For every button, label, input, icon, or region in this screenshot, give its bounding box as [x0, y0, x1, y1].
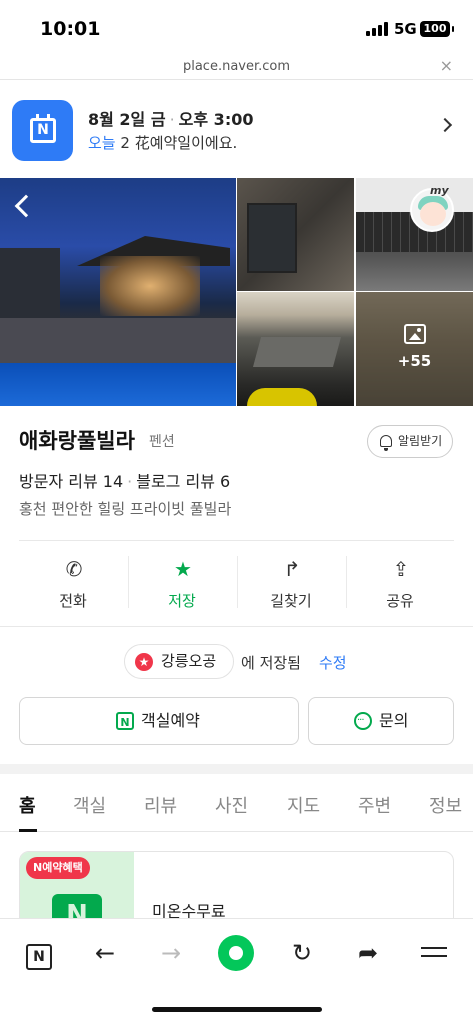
naver-logo-icon: N [26, 944, 52, 970]
tab-photos[interactable]: 사진 [215, 792, 248, 818]
url-text[interactable]: place.naver.com [0, 59, 473, 74]
menu-icon[interactable] [416, 935, 452, 971]
directions-button[interactable]: ↱ 길찾기 [237, 548, 345, 618]
status-time: 10:01 [40, 18, 101, 40]
saved-status: 에 저장됨 [241, 654, 301, 672]
naver-calendar-icon: N [116, 712, 134, 730]
reservation-time: 오후 3:00 [178, 110, 254, 129]
divider [0, 626, 473, 627]
promo-badge: N예약혜택 [26, 857, 90, 879]
directions-icon: ↱ [283, 557, 301, 581]
chat-icon [354, 698, 372, 744]
more-photo-count: +55 [397, 352, 432, 370]
reload-icon[interactable]: ↻ [284, 935, 320, 971]
avatar-label: my [430, 184, 449, 197]
naver-calendar-icon: N [12, 100, 73, 161]
tab-bar: 홈 객실 리뷰 사진 지도 주변 정보 [0, 774, 473, 832]
tab-reviews[interactable]: 리뷰 [144, 792, 177, 818]
place-category: 펜션 [149, 434, 175, 450]
call-button[interactable]: ✆ 전화 [19, 548, 127, 618]
reservation-date: 8월 2일 금 [88, 110, 166, 129]
tab-nearby[interactable]: 주변 [358, 792, 391, 818]
inquiry-button[interactable]: 문의 [308, 697, 454, 745]
alarm-label: 알림받기 [398, 434, 443, 448]
visitor-review-link[interactable]: 방문자 리뷰 14 [19, 472, 123, 491]
star-icon: ★ [135, 653, 153, 671]
share-button[interactable]: ⇪ 공유 [346, 548, 454, 618]
network-label: 5G [394, 20, 417, 38]
photo-bathroom[interactable] [237, 178, 354, 291]
naver-home-button[interactable]: N [21, 935, 57, 971]
image-icon [404, 324, 426, 344]
star-icon: ★ [174, 557, 192, 581]
share-icon[interactable]: ➦ [350, 935, 386, 971]
place-name: 애화랑풀빌라 [19, 429, 135, 453]
forward-icon[interactable]: → [153, 935, 189, 971]
bell-icon [380, 435, 392, 451]
tab-map[interactable]: 지도 [287, 792, 320, 818]
action-row: ✆ 전화 ★ 저장 ↱ 길찾기 ⇪ 공유 [19, 548, 454, 618]
tab-rooms[interactable]: 객실 [73, 792, 106, 818]
back-arrow-icon[interactable] [14, 194, 38, 218]
active-tab-indicator [19, 829, 37, 832]
status-bar: 10:01 5G 100 [0, 0, 473, 58]
blog-review-link[interactable]: 블로그 리뷰 6 [136, 472, 230, 491]
reservation-subtitle: 오늘 2 花예약일이에요. [88, 134, 238, 152]
saved-folder-row: ★ 강릉오공 에 저장됨 수정 [0, 644, 473, 680]
section-separator [0, 764, 473, 774]
signal-icon [366, 22, 388, 36]
place-description: 홍천 편안한 힐링 프라이빗 풀빌라 [19, 500, 232, 518]
green-dot-icon [218, 935, 254, 971]
alarm-button[interactable]: 알림받기 [367, 425, 453, 458]
review-counts: 방문자 리뷰 14 · 블로그 리뷰 6 [19, 472, 231, 491]
divider [19, 540, 454, 541]
green-dot-button[interactable] [218, 935, 254, 971]
save-button[interactable]: ★ 저장 [128, 548, 236, 618]
today-highlight: 오늘 [88, 134, 116, 152]
tab-home[interactable]: 홈 [19, 792, 36, 818]
chevron-right-icon[interactable] [437, 117, 453, 133]
edit-link[interactable]: 수정 [319, 652, 347, 673]
close-icon[interactable]: × [440, 56, 453, 75]
reservation-datetime: 8월 2일 금 · 오후 3:00 [88, 110, 254, 129]
phone-icon: ✆ [65, 557, 83, 581]
folder-name: 강릉오공 [161, 652, 217, 670]
url-bar[interactable]: place.naver.com × [0, 56, 473, 80]
tab-info[interactable]: 정보 [429, 792, 462, 818]
room-reserve-button[interactable]: N 객실예약 [19, 697, 299, 745]
battery-icon: 100 [420, 21, 454, 37]
back-icon[interactable]: ← [87, 935, 123, 971]
photo-more[interactable]: +55 [356, 292, 473, 406]
main-photo[interactable] [0, 178, 236, 406]
photo-terrace[interactable] [237, 292, 354, 406]
photo-gallery[interactable]: +55 [0, 178, 473, 406]
reservation-banner[interactable]: N 8월 2일 금 · 오후 3:00 오늘 2 花예약일이에요. [0, 80, 473, 178]
share-icon: ⇪ [392, 557, 410, 581]
home-indicator[interactable] [152, 1007, 322, 1012]
saved-folder-chip[interactable]: ★ 강릉오공 [124, 644, 234, 679]
